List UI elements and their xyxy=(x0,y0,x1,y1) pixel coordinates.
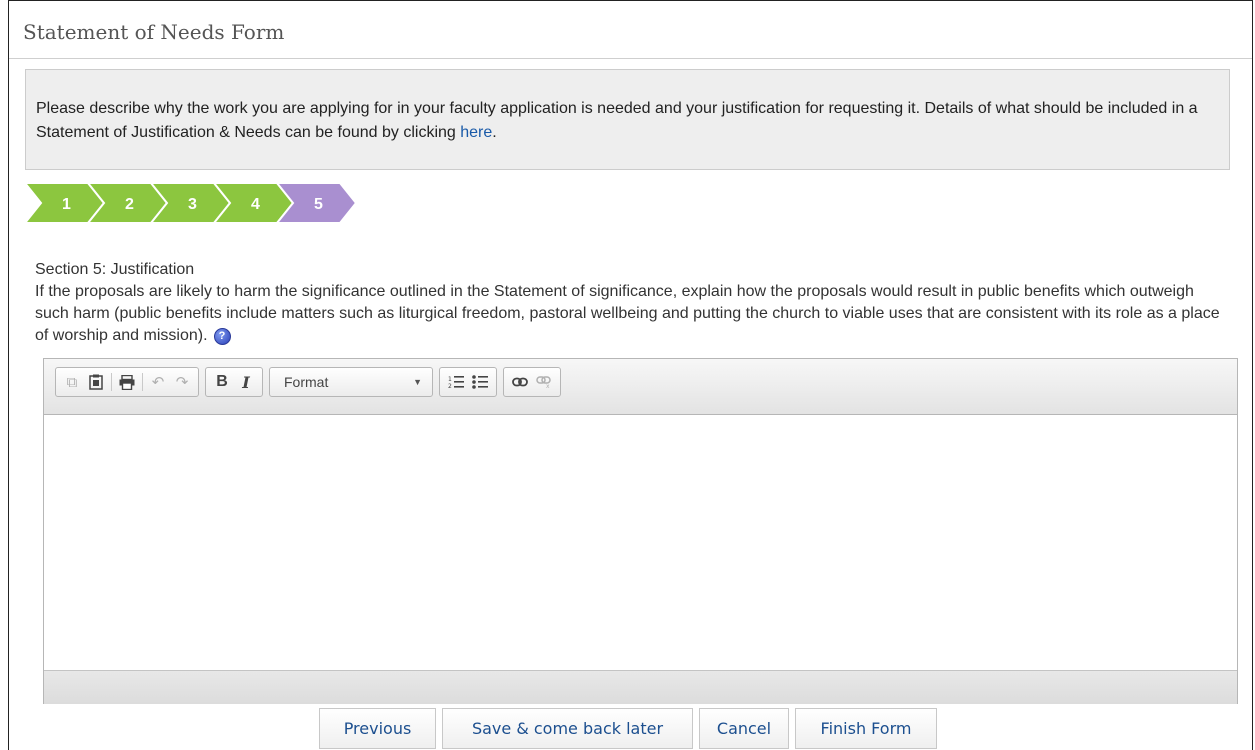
italic-button[interactable]: I xyxy=(234,370,258,394)
form-panel: Statement of Needs Form Please describe … xyxy=(8,0,1253,750)
form-actions: Previous Save & come back later Cancel F… xyxy=(319,708,937,749)
svg-text:x: x xyxy=(546,383,550,388)
step-label-1: 1 xyxy=(62,196,71,213)
toolbar-separator xyxy=(111,373,112,391)
link-icon-svg xyxy=(512,377,528,387)
step-progress: 1 2 3 4 5 xyxy=(25,183,385,223)
paste-icon-svg xyxy=(89,374,103,390)
title-divider xyxy=(9,58,1252,59)
page-title: Statement of Needs Form xyxy=(23,20,285,44)
editor-status-bar xyxy=(44,670,1237,704)
step-label-3: 3 xyxy=(188,196,197,213)
bulleted-list-icon[interactable] xyxy=(468,370,492,394)
section-text: Section 5: Justification If the proposal… xyxy=(35,259,1230,347)
numbered-list-icon-svg: 12 xyxy=(448,376,464,389)
intro-end: . xyxy=(492,124,497,141)
previous-button[interactable]: Previous xyxy=(319,708,436,749)
basic-styles-group: B I xyxy=(205,367,263,397)
step-label-5: 5 xyxy=(314,196,323,213)
unlink-icon-svg: x xyxy=(536,376,551,388)
editor-content-area[interactable] xyxy=(44,415,1237,670)
intro-here-link[interactable]: here xyxy=(460,124,492,141)
help-icon[interactable]: ? xyxy=(213,328,231,345)
svg-text:1: 1 xyxy=(448,376,452,383)
svg-text:2: 2 xyxy=(448,383,452,389)
step-label-2: 2 xyxy=(125,196,134,213)
step-progress-svg: 1 2 3 4 5 xyxy=(25,183,358,223)
rich-text-editor: ⧉ ↶ ↷ B I Format ▼ 1 2 x xyxy=(43,358,1238,704)
intro-text: Please describe why the work you are app… xyxy=(36,100,1198,141)
print-icon[interactable] xyxy=(115,370,139,394)
editor-toolbar: ⧉ ↶ ↷ B I Format ▼ 1 2 x xyxy=(44,359,1237,415)
save-later-button[interactable]: Save & come back later xyxy=(442,708,693,749)
list-group: 12 xyxy=(439,367,497,397)
section-heading: Section 5: Justification xyxy=(35,261,195,278)
section-description: If the proposals are likely to harm the … xyxy=(35,283,1220,344)
copy-icon[interactable]: ⧉ xyxy=(60,370,84,394)
cancel-button[interactable]: Cancel xyxy=(699,708,789,749)
unlink-icon[interactable]: x xyxy=(532,370,556,394)
numbered-list-icon[interactable]: 12 xyxy=(444,370,468,394)
bold-button[interactable]: B xyxy=(210,370,234,394)
paste-icon[interactable] xyxy=(84,370,108,394)
bulleted-list-icon-svg xyxy=(472,375,488,389)
link-group: x xyxy=(503,367,561,397)
undo-icon[interactable]: ↶ xyxy=(146,370,170,394)
link-icon[interactable] xyxy=(508,370,532,394)
print-icon-svg xyxy=(119,374,135,390)
intro-box: Please describe why the work you are app… xyxy=(25,69,1230,170)
toolbar-separator xyxy=(142,373,143,391)
format-dropdown[interactable]: Format ▼ xyxy=(269,367,433,397)
chevron-down-icon: ▼ xyxy=(413,377,422,387)
step-label-4: 4 xyxy=(251,196,260,213)
format-dropdown-label: Format xyxy=(284,374,329,390)
clipboard-group: ⧉ ↶ ↷ xyxy=(55,367,199,397)
redo-icon[interactable]: ↷ xyxy=(170,370,194,394)
finish-form-button[interactable]: Finish Form xyxy=(795,708,937,749)
